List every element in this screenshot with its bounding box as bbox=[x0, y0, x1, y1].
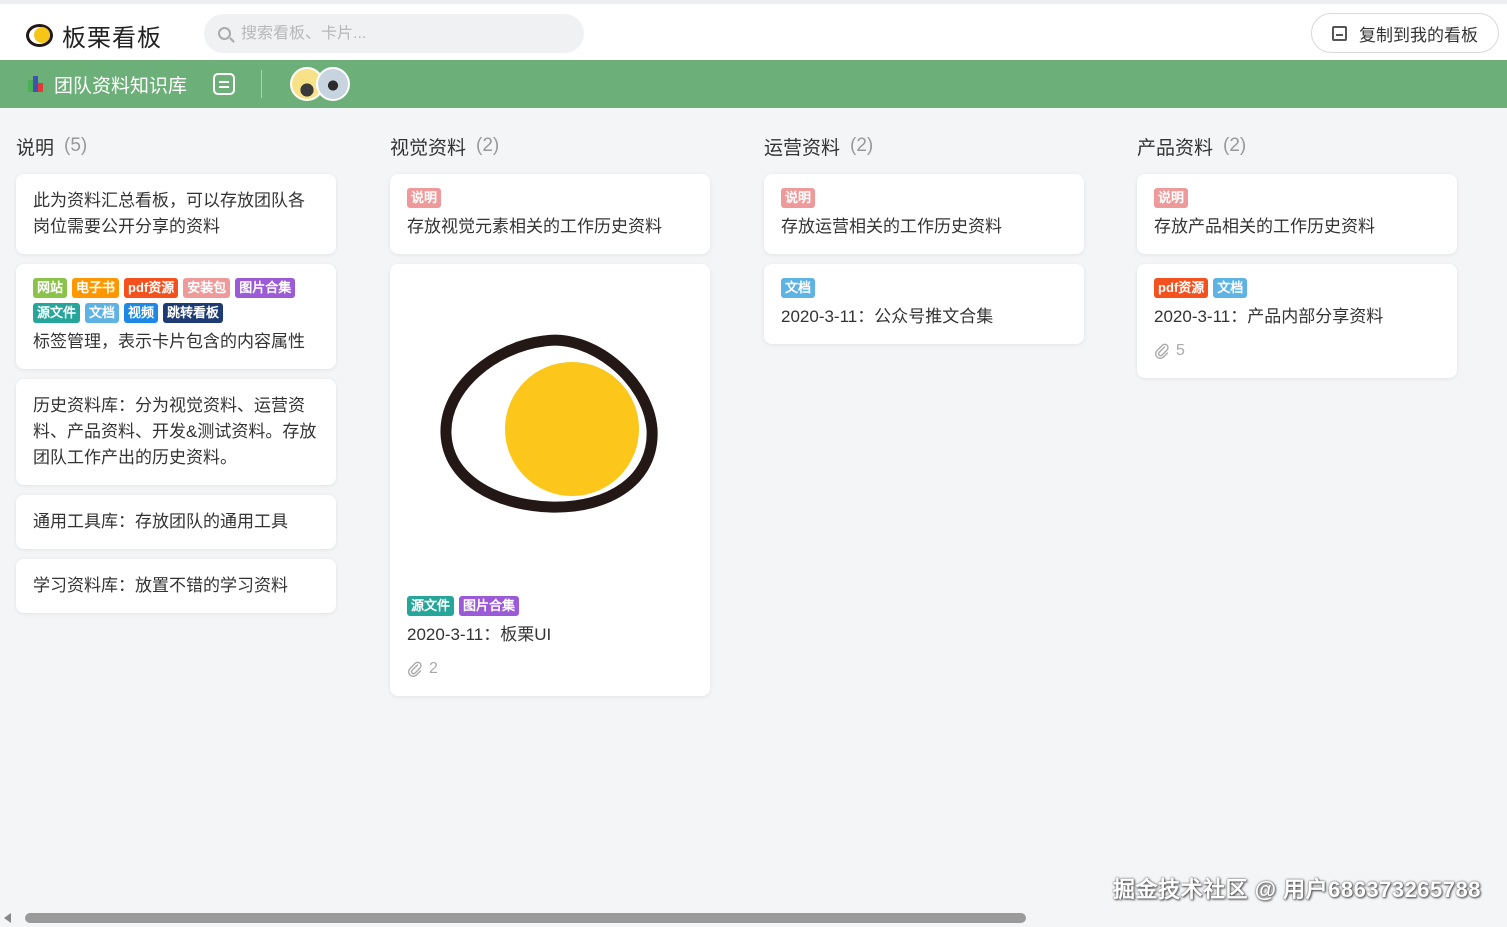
card-attachments: 2 bbox=[407, 656, 693, 682]
card-tags: 说明 bbox=[1154, 188, 1440, 208]
column-header: 产品资料 (2) bbox=[1137, 128, 1457, 164]
card-cover-image bbox=[390, 264, 710, 584]
card[interactable]: 说明 存放视觉元素相关的工作历史资料 bbox=[390, 174, 710, 254]
tag: 文档 bbox=[1213, 278, 1248, 298]
column-header: 视觉资料 (2) bbox=[390, 128, 710, 164]
top-bar: 板栗看板 复制到我的看板 bbox=[0, 0, 1507, 60]
card-title: 存放视觉元素相关的工作历史资料 bbox=[407, 217, 662, 236]
column-title: 运营资料 bbox=[764, 137, 841, 159]
card[interactable]: 说明 存放产品相关的工作历史资料 bbox=[1137, 174, 1457, 254]
tag: pdf资源 bbox=[124, 278, 179, 298]
tag: 源文件 bbox=[33, 303, 81, 323]
card-tags: pdf资源 文档 bbox=[1154, 278, 1440, 298]
tag: 说明 bbox=[407, 188, 442, 208]
card-title: 此为资料汇总看板，可以存放团队各岗位需要公开分享的资料 bbox=[33, 191, 305, 236]
copy-button-label: 复制到我的看板 bbox=[1359, 25, 1478, 45]
tag: 图片合集 bbox=[459, 596, 520, 616]
column-视觉资料: 视觉资料 (2) 说明 存放视觉元素相关的工作历史资料 源文件 图片合集 202… bbox=[390, 128, 710, 696]
card-title: 通用工具库：存放团队的通用工具 bbox=[33, 512, 288, 531]
card-tags: 网站 电子书 pdf资源 安装包 图片合集 源文件 文档 视频 跳转看板 bbox=[33, 278, 319, 323]
column-count: (2) bbox=[1223, 135, 1247, 156]
board-menu-icon[interactable] bbox=[213, 73, 236, 95]
card[interactable]: 文档 2020-3-11：公众号推文合集 bbox=[764, 264, 1084, 344]
column-count: (2) bbox=[476, 135, 500, 156]
tag: 安装包 bbox=[183, 278, 231, 298]
column-header: 说明 (5) bbox=[16, 128, 336, 164]
tag: 视频 bbox=[124, 303, 159, 323]
tag: pdf资源 bbox=[1154, 278, 1209, 298]
search-box[interactable] bbox=[204, 14, 584, 53]
attachment-count: 2 bbox=[429, 660, 438, 677]
card[interactable]: 源文件 图片合集 2020-3-11：板栗UI 2 bbox=[390, 264, 710, 696]
card[interactable]: 网站 电子书 pdf资源 安装包 图片合集 源文件 文档 视频 跳转看板 标签管… bbox=[16, 264, 336, 369]
board-title[interactable]: 团队资料知识库 bbox=[54, 71, 187, 98]
card-title: 历史资料库：分为视觉资料、运营资料、产品资料、开发&测试资料。存放团队工作产出的… bbox=[33, 396, 317, 467]
column-count: (5) bbox=[64, 135, 88, 156]
card[interactable]: pdf资源 文档 2020-3-11：产品内部分享资料 5 bbox=[1137, 264, 1457, 378]
card-title: 2020-3-11：公众号推文合集 bbox=[781, 307, 994, 326]
avatar[interactable] bbox=[316, 67, 351, 101]
card[interactable]: 此为资料汇总看板，可以存放团队各岗位需要公开分享的资料 bbox=[16, 174, 336, 254]
card[interactable]: 说明 存放运营相关的工作历史资料 bbox=[764, 174, 1084, 254]
card-title: 2020-3-11：产品内部分享资料 bbox=[1154, 307, 1384, 326]
attachment-count: 5 bbox=[1176, 342, 1185, 359]
column-count: (2) bbox=[850, 135, 874, 156]
card-tags: 说明 bbox=[407, 188, 693, 208]
column-说明: 说明 (5) 此为资料汇总看板，可以存放团队各岗位需要公开分享的资料 网站 电子… bbox=[16, 128, 336, 613]
board-bar: 团队资料知识库 bbox=[0, 60, 1507, 108]
column-运营资料: 运营资料 (2) 说明 存放运营相关的工作历史资料 文档 2020-3-11：公… bbox=[764, 128, 1084, 344]
tag: 图片合集 bbox=[235, 278, 296, 298]
card-attachments: 5 bbox=[1154, 338, 1440, 364]
tag: 跳转看板 bbox=[163, 303, 224, 323]
board-icon bbox=[28, 76, 48, 92]
save-icon bbox=[1332, 25, 1347, 41]
column-title: 说明 bbox=[16, 137, 55, 159]
tag: 说明 bbox=[1154, 188, 1189, 208]
scroll-left-arrow-icon[interactable] bbox=[4, 913, 11, 923]
logo[interactable]: 板栗看板 bbox=[26, 18, 162, 53]
card-title: 标签管理，表示卡片包含的内容属性 bbox=[33, 332, 305, 351]
column-header: 运营资料 (2) bbox=[764, 128, 1084, 164]
search-icon bbox=[218, 27, 231, 40]
card-tags: 说明 bbox=[781, 188, 1067, 208]
tag: 源文件 bbox=[407, 596, 455, 616]
tag: 文档 bbox=[781, 278, 816, 298]
card-title: 2020-3-11：板栗UI bbox=[407, 625, 552, 644]
card-tags: 源文件 图片合集 bbox=[407, 596, 693, 616]
logo-text: 板栗看板 bbox=[62, 25, 162, 52]
watermark: 掘金技术社区 @ 用户686373265788 bbox=[1112, 877, 1481, 902]
card-title: 存放产品相关的工作历史资料 bbox=[1154, 217, 1375, 236]
paperclip-icon bbox=[1154, 343, 1169, 359]
scrollbar-thumb[interactable] bbox=[25, 913, 1026, 923]
paperclip-icon bbox=[407, 661, 422, 677]
column-title: 视觉资料 bbox=[390, 137, 467, 159]
card[interactable]: 历史资料库：分为视觉资料、运营资料、产品资料、开发&测试资料。存放团队工作产出的… bbox=[16, 379, 336, 485]
tag: 网站 bbox=[33, 278, 68, 298]
tag: 说明 bbox=[781, 188, 816, 208]
card-tags: 文档 bbox=[781, 278, 1067, 298]
egg-logo-image bbox=[440, 334, 658, 513]
card-title: 存放运营相关的工作历史资料 bbox=[781, 217, 1002, 236]
search-input[interactable] bbox=[241, 24, 561, 43]
divider bbox=[261, 70, 263, 98]
column-产品资料: 产品资料 (2) 说明 存放产品相关的工作历史资料 pdf资源 文档 2020-… bbox=[1137, 128, 1457, 378]
card[interactable]: 通用工具库：存放团队的通用工具 bbox=[16, 495, 336, 549]
column-title: 产品资料 bbox=[1137, 137, 1214, 159]
card-title: 学习资料库：放置不错的学习资料 bbox=[33, 576, 288, 595]
card[interactable]: 学习资料库：放置不错的学习资料 bbox=[16, 559, 336, 613]
copy-to-my-board-button[interactable]: 复制到我的看板 bbox=[1311, 13, 1499, 53]
member-avatars[interactable] bbox=[290, 67, 351, 101]
egg-logo-icon bbox=[26, 23, 54, 48]
horizontal-scrollbar[interactable] bbox=[0, 909, 1507, 927]
tag: 文档 bbox=[85, 303, 120, 323]
tag: 电子书 bbox=[72, 278, 120, 298]
